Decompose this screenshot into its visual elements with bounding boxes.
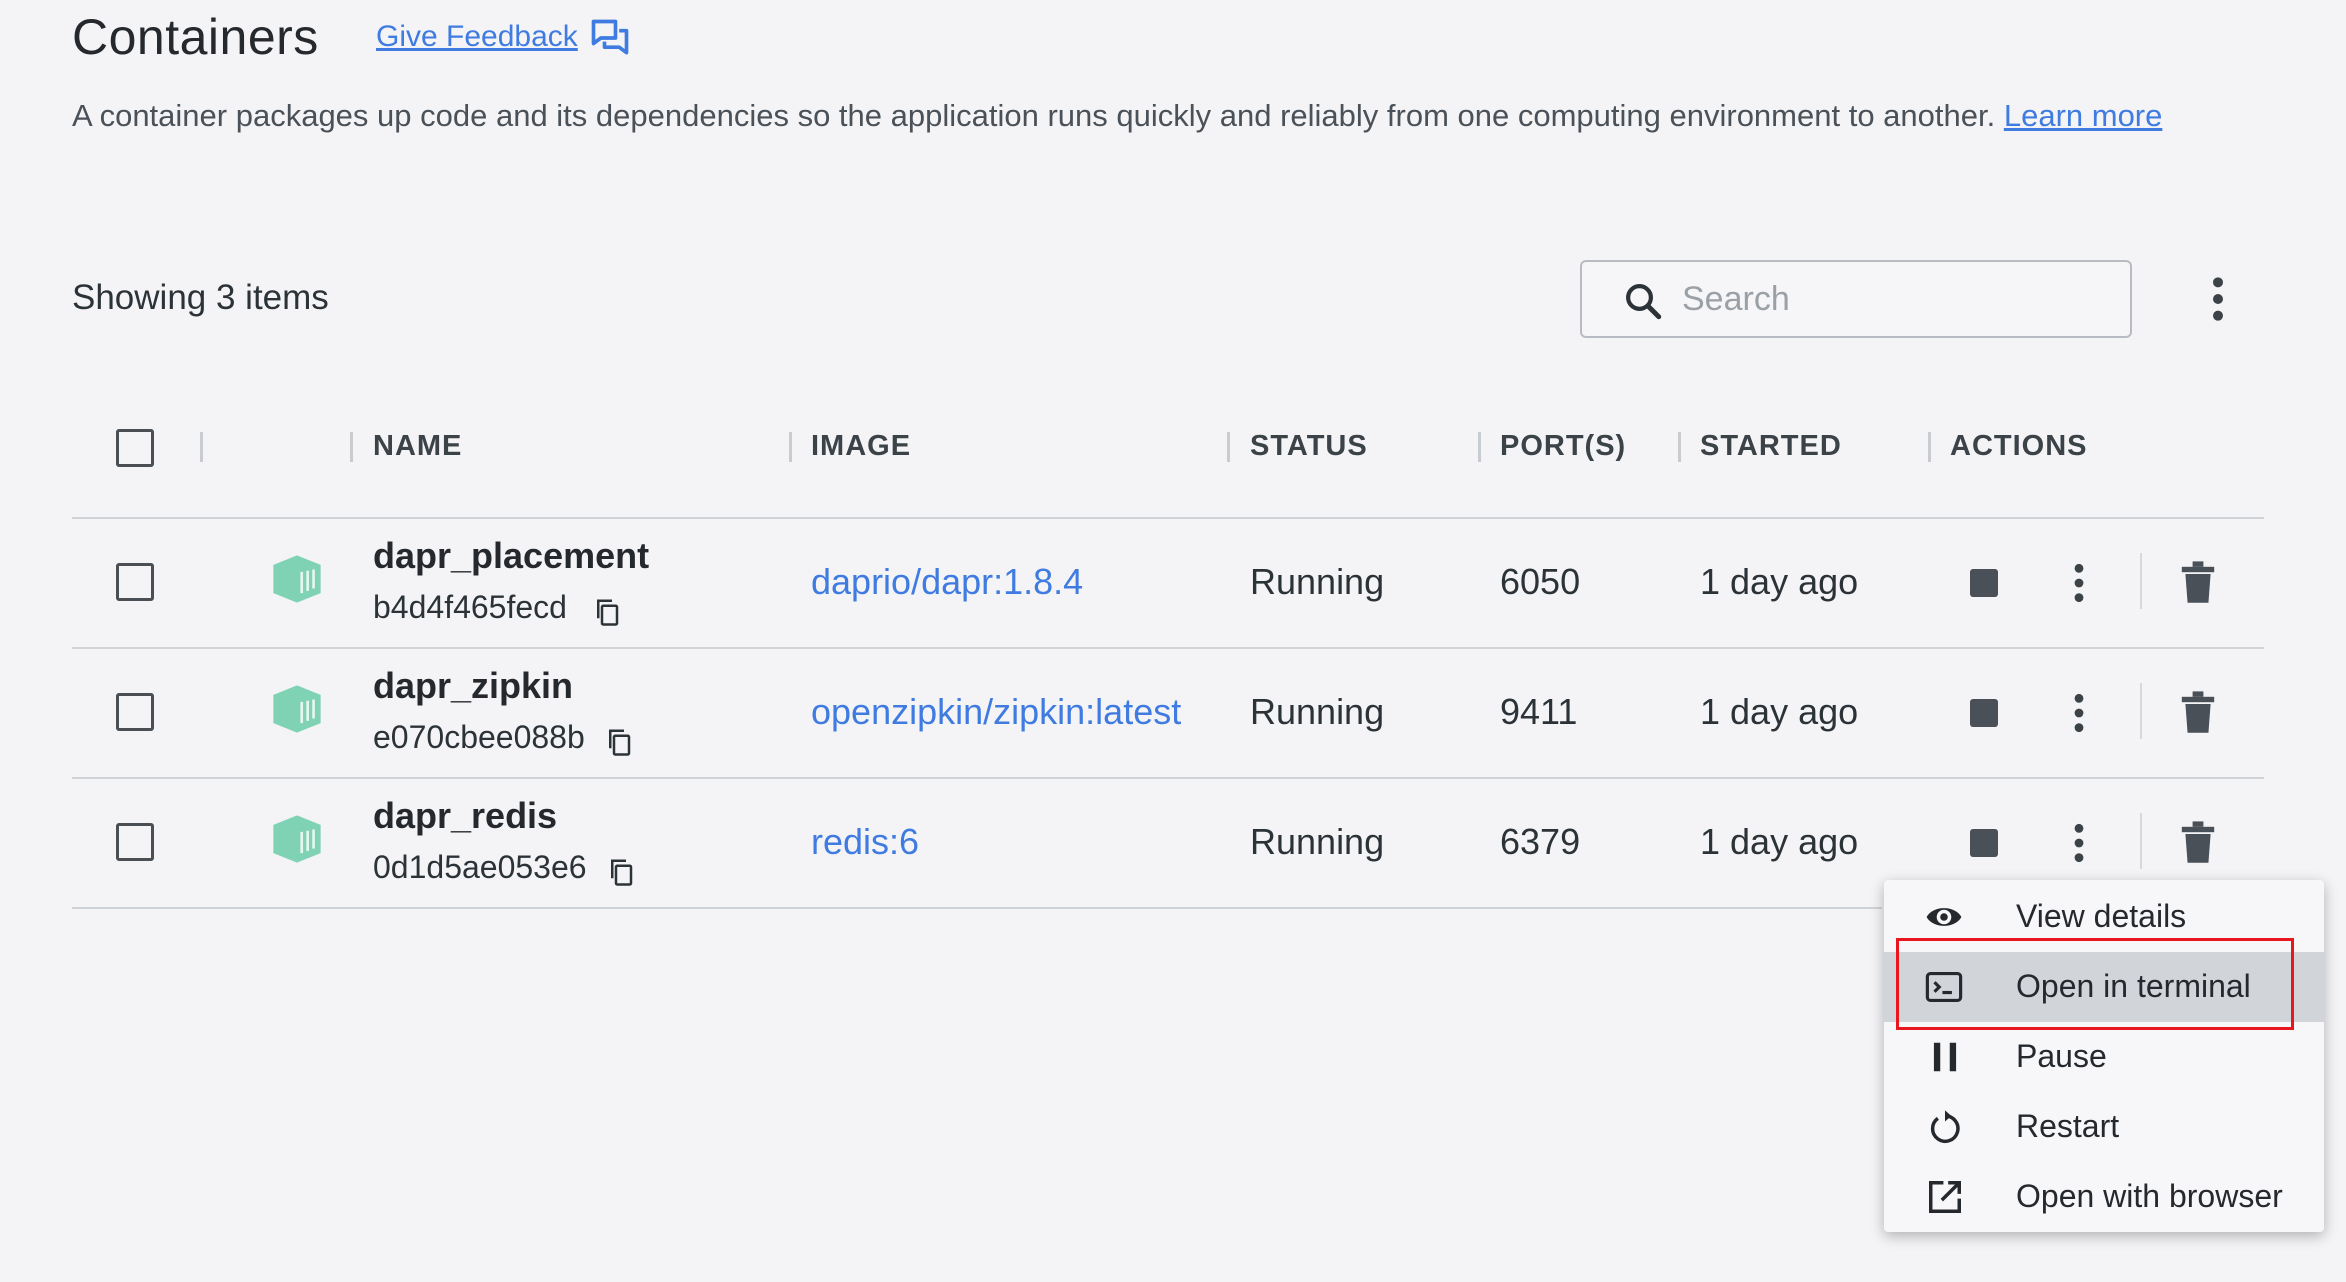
- external-link-icon: [1929, 1181, 1961, 1213]
- row-menu-icon[interactable]: [2068, 691, 2090, 735]
- search-icon: [1626, 284, 1662, 320]
- column-separator: [200, 432, 203, 462]
- copy-icon[interactable]: [604, 725, 634, 759]
- ports-text: 6050: [1500, 561, 1581, 602]
- container-icon: [273, 815, 321, 863]
- menu-item-open-with-browser[interactable]: Open with browser: [1884, 1162, 2324, 1232]
- column-separator: [1678, 432, 1681, 462]
- image-link[interactable]: daprio/dapr:1.8.4: [811, 561, 1083, 603]
- feedback-icon[interactable]: [588, 16, 632, 60]
- search-input[interactable]: [1682, 274, 2102, 324]
- row-context-menu: View details Open in terminal Pause Rest…: [1884, 880, 2324, 1232]
- more-options-icon[interactable]: [2196, 274, 2240, 324]
- action-separator: [2140, 553, 2142, 609]
- column-header-image[interactable]: IMAGE: [811, 430, 911, 463]
- table-row[interactable]: dapr_zipkin e070cbee088b openzipkin/zipk…: [0, 649, 2346, 777]
- delete-icon[interactable]: [2180, 691, 2216, 735]
- menu-item-label: View details: [2016, 898, 2187, 934]
- table-row[interactable]: dapr_placement b4d4f465fecd daprio/dapr:…: [0, 519, 2346, 647]
- action-separator: [2140, 683, 2142, 739]
- delete-icon[interactable]: [2180, 561, 2216, 605]
- page-description: A container packages up code and its dep…: [72, 98, 2162, 134]
- row-checkbox[interactable]: [116, 693, 154, 731]
- status-text: Running: [1250, 691, 1385, 732]
- container-name[interactable]: dapr_redis: [373, 795, 557, 837]
- search-box[interactable]: [1580, 260, 2132, 338]
- image-link[interactable]: redis:6: [811, 821, 919, 863]
- column-separator: [789, 432, 792, 462]
- ports-text: 6379: [1500, 821, 1581, 862]
- column-header-actions: ACTIONS: [1950, 430, 2088, 462]
- pause-icon: [1933, 1042, 1957, 1072]
- column-separator: [1928, 432, 1931, 462]
- row-checkbox[interactable]: [116, 823, 154, 861]
- column-separator: [1478, 432, 1481, 462]
- stop-button[interactable]: [1970, 569, 1998, 597]
- copy-icon[interactable]: [592, 595, 622, 629]
- menu-item-label: Open in terminal: [2016, 968, 2251, 1004]
- menu-item-view-details[interactable]: View details: [1884, 882, 2324, 952]
- menu-item-open-in-terminal[interactable]: Open in terminal: [1884, 952, 2324, 1022]
- stop-button[interactable]: [1970, 829, 1998, 857]
- select-all-checkbox[interactable]: [116, 429, 154, 467]
- give-feedback-link[interactable]: Give Feedback: [376, 20, 578, 54]
- containers-page: Containers Give Feedback A container pac…: [0, 0, 2346, 1282]
- column-header-status[interactable]: STATUS: [1250, 430, 1368, 463]
- started-text: 1 day ago: [1700, 821, 1859, 862]
- started-text: 1 day ago: [1700, 561, 1859, 602]
- menu-item-label: Open with browser: [2016, 1178, 2283, 1214]
- container-icon: [273, 555, 321, 603]
- menu-item-pause[interactable]: Pause: [1884, 1022, 2324, 1092]
- action-separator: [2140, 813, 2142, 869]
- restart-icon: [1930, 1110, 1960, 1143]
- menu-item-label: Restart: [2016, 1108, 2120, 1144]
- description-text: A container packages up code and its dep…: [72, 98, 1996, 133]
- column-header-name[interactable]: NAME: [373, 430, 462, 463]
- eye-icon: [1926, 908, 1962, 926]
- ports-text: 9411: [1500, 691, 1578, 732]
- menu-item-label: Pause: [2016, 1038, 2107, 1074]
- column-header-started[interactable]: STARTED: [1700, 430, 1842, 463]
- container-name[interactable]: dapr_zipkin: [373, 665, 573, 707]
- container-icon: [273, 685, 321, 733]
- item-count: Showing 3 items: [72, 278, 329, 317]
- learn-more-link[interactable]: Learn more: [2004, 98, 2163, 133]
- container-id: 0d1d5ae053e6: [373, 849, 587, 885]
- container-id: b4d4f465fecd: [373, 589, 567, 625]
- stop-button[interactable]: [1970, 699, 1998, 727]
- container-id: e070cbee088b: [373, 719, 585, 755]
- started-text: 1 day ago: [1700, 691, 1859, 732]
- column-header-ports[interactable]: PORT(S): [1500, 430, 1626, 463]
- row-divider: [72, 907, 1882, 909]
- menu-item-restart[interactable]: Restart: [1884, 1092, 2324, 1162]
- container-name[interactable]: dapr_placement: [373, 535, 649, 577]
- status-text: Running: [1250, 821, 1385, 862]
- column-separator: [350, 432, 353, 462]
- column-separator: [1227, 432, 1230, 462]
- row-menu-icon[interactable]: [2068, 821, 2090, 865]
- row-menu-icon[interactable]: [2068, 561, 2090, 605]
- image-link[interactable]: openzipkin/zipkin:latest: [811, 691, 1181, 733]
- row-checkbox[interactable]: [116, 563, 154, 601]
- terminal-icon: [1925, 971, 1963, 1003]
- status-text: Running: [1250, 561, 1385, 602]
- page-title: Containers: [72, 9, 319, 65]
- delete-icon[interactable]: [2180, 821, 2216, 865]
- copy-icon[interactable]: [606, 855, 636, 889]
